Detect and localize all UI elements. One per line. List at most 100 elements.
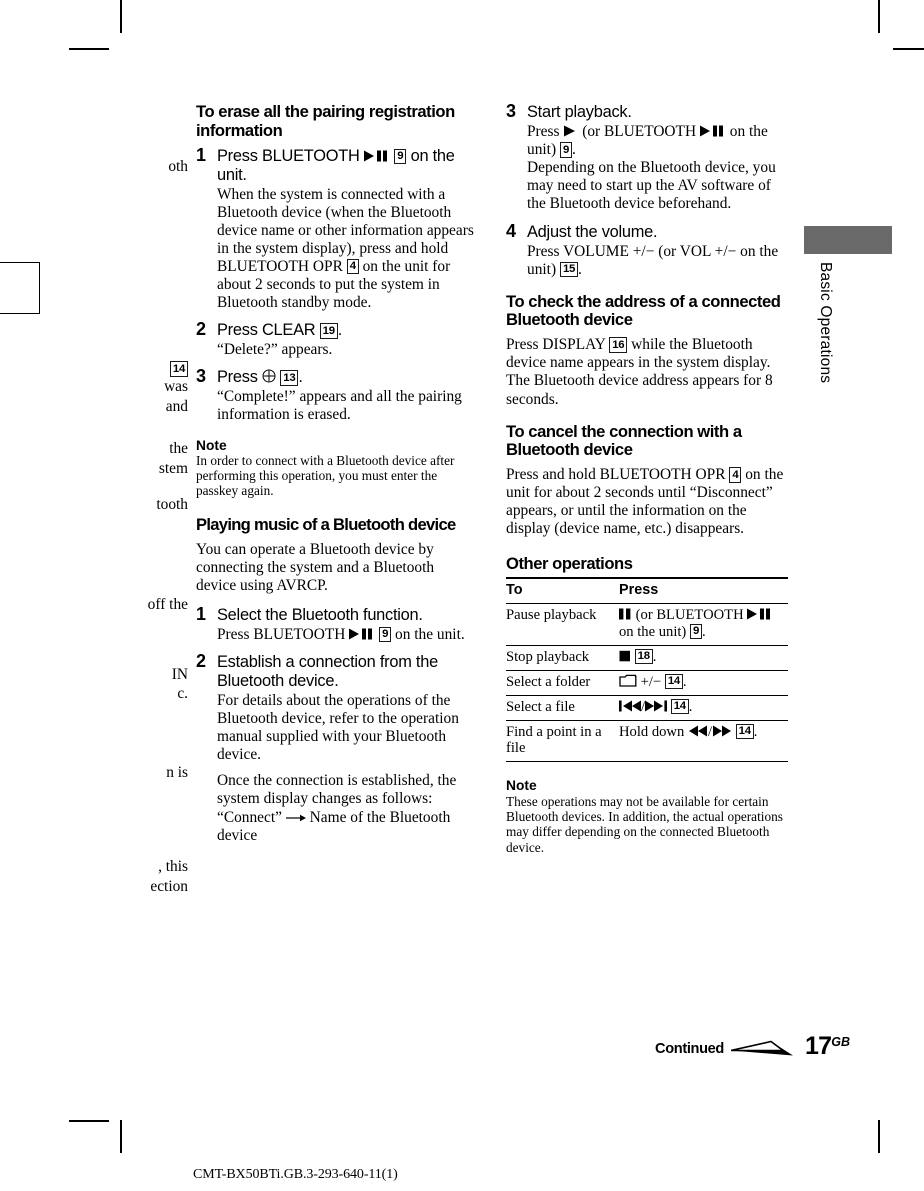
step-detail-text: Press BLUETOOTH (217, 625, 346, 643)
step-lead: Establish a connection from the Bluetoot… (217, 652, 438, 690)
table-cell-text: . (682, 673, 687, 690)
cut-off-fragment: IN (171, 666, 188, 683)
rewind-icon (688, 725, 708, 737)
cancel-pre: Press and hold BLUETOOTH OPR (506, 466, 726, 484)
note-title: Note (196, 437, 227, 453)
playing-intro: You can operate a Bluetooth device by co… (196, 540, 435, 594)
cut-off-fragment: and (165, 398, 188, 415)
cut-off-fragment: c. (177, 685, 188, 702)
step-detail-punct: . (578, 260, 582, 278)
callout-14: 14 (670, 698, 689, 715)
step-number: 2 (196, 650, 207, 671)
callout-9: 9 (689, 623, 702, 640)
step-detail-text-post: on the unit. (395, 625, 465, 643)
note-body: These operations may not be available fo… (506, 793, 783, 855)
crop-mark-bottom-right-vertical (878, 1120, 880, 1153)
table-cell-to: Pause playback (506, 606, 597, 623)
middle-column: To erase all the pairing registration in… (196, 102, 474, 854)
step-lead-text: Press CLEAR (217, 321, 316, 340)
continued-marker: Continued (655, 1040, 793, 1058)
column-header-to: To (506, 582, 523, 599)
check-address-body-2: The Bluetooth device address appears for… (506, 372, 773, 408)
callout-19: 19 (319, 323, 338, 339)
play-pause-icon (699, 125, 726, 137)
step-detail: Press VOLUME +/− (or VOL +/− on the unit… (527, 243, 788, 279)
table-cell-text: . (753, 723, 758, 740)
cut-off-fragment: tooth (156, 496, 188, 513)
step-play-4: 4 Adjust the volume. Press VOLUME +/− (o… (506, 220, 788, 279)
prev-track-icon (619, 700, 641, 712)
crop-mark-bottom-left-vertical (120, 1120, 122, 1153)
step-detail: “Complete!” appears and all the pairing … (217, 388, 462, 424)
right-arrow-icon (285, 813, 306, 823)
heading-cancel-connection: To cancel the connection with a Bluetoot… (506, 421, 742, 460)
callout-4: 4 (346, 258, 359, 275)
note-body: In order to connect with a Bluetooth dev… (196, 452, 455, 499)
step-number: 1 (196, 144, 207, 165)
step-detail-body: Depending on the Bluetooth device, you m… (527, 159, 776, 213)
cut-off-fragment: off the (147, 596, 188, 613)
table-cell-text: +/− (640, 673, 662, 690)
step-play-1: 1 Select the Bluetooth function. Press B… (196, 604, 474, 644)
heading-playing-music: Playing music of a Bluetooth device (196, 514, 456, 534)
check-address-pre: Press DISPLAY (506, 336, 606, 354)
cut-off-fragment: , this (158, 858, 188, 875)
step-number: 3 (506, 101, 517, 121)
step-detail: “Delete?” appears. (217, 341, 333, 359)
step-number: 2 (196, 319, 207, 340)
crop-mark-top-right-vertical (878, 0, 880, 33)
check-address-body: Press DISPLAY 16 while the Bluetooth dev… (506, 336, 788, 372)
page-number-value: 17 (805, 1032, 832, 1060)
table-cell-text: . (688, 698, 693, 715)
table-cell-press: +/− 14. (619, 670, 788, 695)
callout-16: 16 (609, 337, 628, 353)
heading-check-address: To check the address of a connected Blue… (506, 291, 781, 330)
callout-14: 14 (664, 673, 683, 690)
crop-mark-top-left-horizontal (69, 48, 109, 50)
table-cell-to: Select a folder (506, 673, 591, 690)
table-cell-to: Stop playback (506, 648, 590, 665)
callout-15: 15 (559, 261, 579, 278)
crop-mark-bottom-left-horizontal (69, 1120, 109, 1122)
callout-4: 4 (729, 467, 742, 483)
step-detail: When the system is connected with a Blue… (217, 186, 474, 313)
cut-off-fragment: 14 (169, 360, 188, 378)
cut-off-fragment: n is (166, 764, 188, 781)
step-play-3: 3 Start playback. Press (or BLUETOOTH on… (506, 101, 788, 214)
step-lead: Press 13. (217, 368, 474, 387)
step-number: 4 (506, 220, 517, 241)
step-detail-text: Press (527, 123, 560, 141)
table-cell-to: Find a point in a file (506, 723, 602, 757)
step-play-2: 2 Establish a connection from the Blueto… (196, 650, 474, 845)
page-number-suffix: GB (831, 1035, 850, 1049)
cut-off-fragment: ection (150, 878, 188, 895)
table-cell-text: Hold down (619, 723, 685, 740)
callout-13: 13 (280, 370, 299, 386)
step-detail: Press BLUETOOTH 9 on the unit. (217, 626, 474, 644)
side-tab-block (804, 226, 892, 254)
next-track-icon (645, 700, 668, 712)
callout-18: 18 (634, 648, 653, 665)
callout-9: 9 (394, 148, 407, 164)
other-operations-table: To Press Pause playback (or BLUETOOTH on… (506, 577, 788, 762)
callout-14: 14 (735, 723, 754, 740)
step-erase-1: 1 Press BLUETOOTH 9 on the unit. When th… (196, 144, 474, 313)
table-header-row: To Press (506, 578, 788, 604)
step-lead-text: Press (217, 368, 258, 387)
cut-off-fragment: was (164, 378, 188, 395)
folder-icon (619, 674, 637, 687)
side-tab-color-block (804, 226, 892, 254)
callout-9: 9 (559, 142, 572, 158)
continued-arrow-icon (731, 1040, 793, 1058)
page-number: 17GB (805, 1032, 850, 1061)
step-erase-3: 3 Press 13. “Complete!” appears and all … (196, 367, 474, 424)
callout-9: 9 (379, 626, 392, 643)
step-detail-punct: . (571, 141, 576, 159)
table-cell-press: 18. (619, 645, 788, 670)
step-lead-text: Press BLUETOOTH (217, 146, 360, 165)
table-row: Pause playback (or BLUETOOTH on the unit… (506, 603, 788, 646)
table-cell-text: (or BLUETOOTH (635, 606, 744, 623)
step-detail-2: Once the connection is established, the … (217, 772, 474, 844)
crop-mark-top-right-horizontal (893, 48, 924, 50)
note-title: Note (506, 778, 537, 794)
